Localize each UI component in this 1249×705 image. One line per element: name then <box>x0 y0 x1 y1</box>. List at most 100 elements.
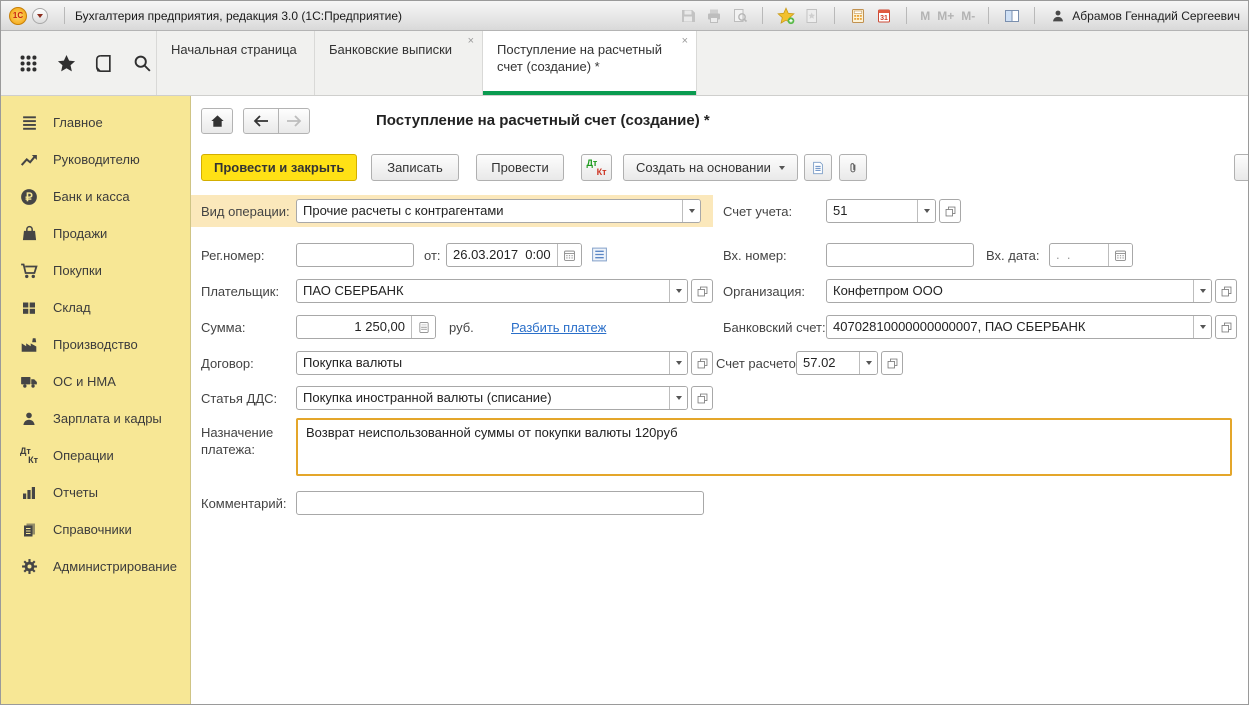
in-date-input[interactable] <box>1049 243 1133 267</box>
forward-button[interactable] <box>278 108 310 134</box>
sidebar-item-directories[interactable]: Справочники <box>1 511 190 548</box>
sidebar-item-payroll-hr[interactable]: Зарплата и кадры <box>1 400 190 437</box>
sidebar-item-bank-cash[interactable]: ₽ Банк и касса <box>1 178 190 215</box>
cash-flow-item-open-button[interactable] <box>691 386 713 410</box>
back-button[interactable] <box>243 108 279 134</box>
chevron-down-icon[interactable] <box>859 352 877 374</box>
payer-open-button[interactable] <box>691 279 713 303</box>
create-based-on-label: Создать на основании <box>636 160 771 175</box>
calendar-picker-button[interactable] <box>1108 244 1132 266</box>
split-window-icon[interactable] <box>1002 6 1021 25</box>
reg-number-input[interactable] <box>296 243 414 267</box>
contract-label: Договор: <box>201 356 254 371</box>
document-star-icon[interactable] <box>802 6 821 25</box>
sidebar-item-label: Руководителю <box>53 152 140 167</box>
memory-plus-button[interactable]: M+ <box>937 9 954 23</box>
comment-input[interactable] <box>296 491 704 515</box>
print-form-button[interactable] <box>804 154 832 181</box>
memory-minus-button[interactable]: M- <box>961 9 975 23</box>
chevron-down-icon[interactable] <box>1193 316 1211 338</box>
sidebar-item-purchases[interactable]: Покупки <box>1 252 190 289</box>
payment-purpose-textarea[interactable]: Возврат неиспользованной суммы от покупк… <box>296 418 1232 476</box>
calculator-button[interactable] <box>411 316 435 338</box>
favorites-star-icon[interactable] <box>57 54 76 73</box>
account-open-button[interactable] <box>939 199 961 223</box>
tab-receipt-document[interactable]: Поступление на расчетный счет (создание)… <box>482 31 697 95</box>
amount-value[interactable] <box>297 316 411 338</box>
in-date-value[interactable] <box>1050 244 1108 266</box>
chevron-down-icon[interactable] <box>669 387 687 409</box>
close-icon[interactable]: × <box>682 36 688 47</box>
organization-select[interactable]: Конфетпром ООО <box>826 279 1212 303</box>
save-icon[interactable] <box>678 6 697 25</box>
sidebar-item-manager[interactable]: Руководителю <box>1 141 190 178</box>
add-favorite-icon[interactable] <box>776 6 795 25</box>
sidebar-item-sales[interactable]: Продажи <box>1 215 190 252</box>
more-button[interactable] <box>1234 154 1249 181</box>
history-icon[interactable] <box>95 54 114 73</box>
bag-icon <box>20 225 38 243</box>
attachments-button[interactable] <box>839 154 867 181</box>
bank-account-select[interactable]: 40702810000000000007, ПАО СБЕРБАНК <box>826 315 1212 339</box>
doc-date-value[interactable] <box>447 244 557 266</box>
post-and-close-button[interactable]: Провести и закрыть <box>201 154 357 181</box>
payment-purpose-label: Назначение платежа: <box>201 424 289 458</box>
doc-date-input[interactable] <box>446 243 582 267</box>
calendar-picker-button[interactable] <box>557 244 581 266</box>
tab-home[interactable]: Начальная страница <box>156 31 314 95</box>
settlement-account-open-button[interactable] <box>881 351 903 375</box>
operation-type-select[interactable]: Прочие расчеты с контрагентами <box>296 199 701 223</box>
amount-label: Сумма: <box>201 320 245 335</box>
show-postings-button[interactable]: ДтКт <box>581 154 612 181</box>
sidebar-item-label: Продажи <box>53 226 107 241</box>
close-icon[interactable]: × <box>468 36 474 47</box>
current-user[interactable]: Абрамов Геннадий Сергеевич <box>1048 6 1240 25</box>
amount-input[interactable] <box>296 315 436 339</box>
settlement-account-value: 57.02 <box>797 352 859 374</box>
calculator-icon[interactable] <box>848 6 867 25</box>
sidebar-item-operations[interactable]: ДтКт Операции <box>1 437 190 474</box>
settlement-account-select[interactable]: 57.02 <box>796 351 878 375</box>
bank-account-open-button[interactable] <box>1215 315 1237 339</box>
sidebar-item-production[interactable]: Производство <box>1 326 190 363</box>
sidebar-item-warehouse[interactable]: Склад <box>1 289 190 326</box>
sidebar-item-fixed-assets[interactable]: ОС и НМА <box>1 363 190 400</box>
chevron-down-icon[interactable] <box>669 280 687 302</box>
save-button[interactable]: Записать <box>371 154 459 181</box>
memory-recall-button[interactable]: M <box>920 9 930 23</box>
chevron-down-icon[interactable] <box>682 200 700 222</box>
contract-open-button[interactable] <box>691 351 713 375</box>
calculator-icon <box>418 321 430 334</box>
list-icon[interactable] <box>591 246 608 263</box>
account-select[interactable]: 51 <box>826 199 936 223</box>
user-icon <box>1048 6 1067 25</box>
sidebar-item-administration[interactable]: Администрирование <box>1 548 190 585</box>
tab-bank-statements[interactable]: Банковские выписки × <box>314 31 482 95</box>
chevron-down-icon[interactable] <box>917 200 935 222</box>
sidebar-item-reports[interactable]: Отчеты <box>1 474 190 511</box>
contract-select[interactable]: Покупка валюты <box>296 351 688 375</box>
split-payment-link[interactable]: Разбить платеж <box>511 320 606 335</box>
person-icon <box>20 410 38 428</box>
system-menu-button[interactable] <box>32 8 48 24</box>
cash-flow-item-select[interactable]: Покупка иностранной валюты (списание) <box>296 386 688 410</box>
in-number-input[interactable] <box>826 243 974 267</box>
payer-select[interactable]: ПАО СБЕРБАНК <box>296 279 688 303</box>
sidebar-item-label: Администрирование <box>53 559 177 574</box>
home-button[interactable] <box>201 108 233 134</box>
print-preview-icon[interactable] <box>730 6 749 25</box>
post-button[interactable]: Провести <box>476 154 564 181</box>
operation-type-label: Вид операции: <box>201 204 290 219</box>
cart-icon <box>20 262 38 280</box>
sidebar-item-main[interactable]: Главное <box>1 104 190 141</box>
grid-menu-icon[interactable] <box>19 54 38 73</box>
chevron-down-icon[interactable] <box>669 352 687 374</box>
calendar-icon[interactable]: 31 <box>874 6 893 25</box>
cash-flow-item-value: Покупка иностранной валюты (списание) <box>297 387 669 409</box>
chevron-down-icon[interactable] <box>1193 280 1211 302</box>
calendar-icon <box>563 249 576 262</box>
create-based-on-button[interactable]: Создать на основании <box>623 154 798 181</box>
print-icon[interactable] <box>704 6 723 25</box>
organization-open-button[interactable] <box>1215 279 1237 303</box>
search-icon[interactable] <box>133 54 152 73</box>
